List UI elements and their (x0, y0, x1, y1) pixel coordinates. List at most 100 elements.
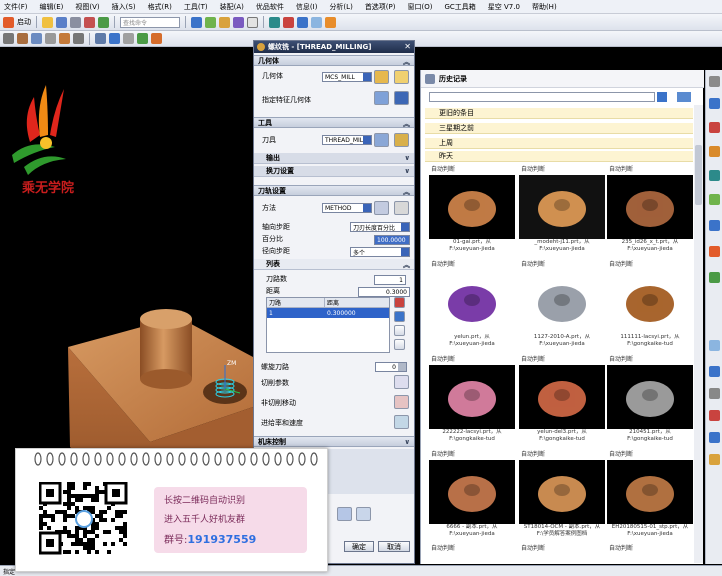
menu-item[interactable]: 格式(R) (148, 2, 172, 12)
history-item[interactable]: 自动判断 111111-lacsyi.prt，从 F:\gongkaike-tud (607, 260, 693, 348)
view-mode-icon[interactable] (677, 92, 691, 102)
menu-item[interactable]: 帮助(H) (532, 2, 557, 12)
history-item[interactable]: 自动判断 1127-2010-A.prt，从 F:\xueyuan-jieda (519, 260, 605, 348)
new-geometry-icon[interactable] (374, 70, 389, 84)
process-studio-icon[interactable] (709, 220, 720, 231)
filter-go-icon[interactable] (657, 92, 667, 102)
menu-item[interactable]: 工具(T) (184, 2, 208, 12)
add-row-icon[interactable] (394, 297, 405, 308)
display-feature-icon[interactable] (394, 91, 409, 105)
group-older[interactable]: 更旧的条目 (425, 108, 693, 119)
section-geometry[interactable]: 几何体 ︽ (254, 55, 414, 66)
section-tool[interactable]: 工具 ︽ (254, 117, 414, 128)
cam-op-icon[interactable] (3, 33, 14, 44)
dialog-close-icon[interactable]: ✕ (404, 42, 411, 51)
radial-step-select[interactable]: 多个 (350, 247, 410, 257)
menu-item[interactable]: 星空 V7.0 (488, 2, 520, 12)
layer-icon[interactable] (233, 16, 244, 28)
replay-icon[interactable] (356, 507, 371, 521)
undo-icon[interactable] (84, 16, 95, 28)
start-button[interactable]: 启动 (17, 17, 31, 27)
navigator-icon[interactable] (709, 98, 720, 109)
method-nav-icon[interactable] (709, 454, 720, 465)
tool-select[interactable]: THREAD_MILL (322, 135, 372, 145)
reuse-library-icon[interactable] (709, 122, 720, 133)
cut-params-icon[interactable] (394, 375, 409, 389)
geometry-select[interactable]: MCS_MILL (322, 72, 372, 82)
menu-item[interactable]: 插入(S) (112, 2, 136, 12)
menu-item[interactable]: 信息(I) (296, 2, 318, 12)
command-search-input[interactable]: 查找命令 (120, 16, 180, 28)
start-icon[interactable] (3, 16, 14, 28)
menu-item[interactable]: GC工具箱 (444, 2, 475, 12)
history-item[interactable]: 自动判断 ST18014-OCM - 副本.prt，从 F:\学员解答案例图档 (519, 450, 605, 538)
non-cut-icon[interactable] (394, 395, 409, 409)
spline-icon[interactable] (137, 33, 148, 44)
edit-method-icon[interactable] (394, 201, 409, 215)
edit-tool-icon[interactable] (394, 133, 409, 147)
menu-item[interactable]: 装配(A) (220, 2, 244, 12)
table-row[interactable]: 1 0.300000 (267, 308, 389, 318)
generate-icon[interactable] (337, 507, 352, 521)
specify-feature-icon[interactable] (374, 91, 389, 105)
new-icon[interactable] (42, 16, 53, 28)
web-browser-icon[interactable] (709, 170, 720, 181)
snap-icon[interactable] (269, 16, 280, 28)
history-item[interactable]: 自动判断 _modeht-j11.prt，从 F:\xueyuan-jieda (519, 165, 605, 253)
history-item[interactable]: 自动判断 222222-lacsyi.prt，从 F:\gongkaike-tud (429, 355, 515, 443)
new-tool-icon[interactable] (374, 133, 389, 147)
history-scrollbar[interactable] (694, 105, 703, 563)
measure-icon[interactable] (283, 16, 294, 28)
curve-icon[interactable] (95, 33, 106, 44)
tool-icon[interactable] (709, 388, 720, 399)
section-path-settings[interactable]: 刀轨设置 ︽ (254, 185, 414, 196)
new-method-icon[interactable] (374, 201, 389, 215)
select-icon[interactable] (325, 16, 336, 28)
block-icon[interactable] (17, 33, 28, 44)
hole-icon[interactable] (45, 33, 56, 44)
path-table[interactable]: 刀路 距离 1 0.300000 (266, 297, 390, 353)
roles-icon[interactable] (709, 246, 720, 257)
trim-icon[interactable] (73, 33, 84, 44)
distance-input[interactable]: 0.3000 (358, 287, 410, 297)
axial-step-select[interactable]: 刀刃长度百分比 (350, 222, 410, 232)
menu-item[interactable]: 视图(V) (75, 2, 99, 12)
arc-icon[interactable] (123, 33, 134, 44)
menu-item[interactable]: 优品软件 (256, 2, 284, 12)
spiral-input[interactable]: 0 (375, 362, 407, 372)
ok-button[interactable]: 确定 (344, 541, 374, 552)
move-up-icon[interactable] (394, 325, 405, 336)
geometry-nav-icon[interactable] (709, 410, 720, 421)
redo-icon[interactable] (98, 16, 109, 28)
mtl-icon[interactable] (709, 366, 720, 377)
menu-item[interactable]: 分析(L) (329, 2, 352, 12)
system-scene-icon[interactable] (709, 272, 720, 283)
history-item[interactable]: 自动判断 6666 - 副本.prt，从 F:\xueyuan-jieda (429, 450, 515, 538)
group-yesterday[interactable]: 昨天 (425, 151, 693, 162)
edit-geometry-icon[interactable] (394, 70, 409, 84)
analysis-icon[interactable] (297, 16, 308, 28)
cancel-button[interactable]: 取消 (378, 541, 410, 552)
palette-icon[interactable] (709, 194, 720, 205)
view-icon[interactable] (191, 16, 202, 28)
move-down-icon[interactable] (394, 339, 405, 350)
machine-nav-icon[interactable] (709, 432, 720, 443)
render-icon[interactable] (205, 16, 216, 28)
settings-icon[interactable] (709, 76, 720, 87)
dialog-settings-icon[interactable] (257, 43, 265, 51)
menu-item[interactable]: 窗口(O) (408, 2, 433, 12)
history-item[interactable]: 自动判断 235_id26_x_t.prt，从 F:\xueyuan-jieda (607, 165, 693, 253)
filter-icon[interactable] (311, 16, 322, 28)
line-icon[interactable] (109, 33, 120, 44)
history-item[interactable]: 自动判断 yelun.prt，从 F:\xueyuan-jieda (429, 260, 515, 348)
menu-item[interactable]: 文件(F) (4, 2, 28, 12)
section-machine-control[interactable]: 机床控制 ∨ (254, 436, 414, 447)
history-item[interactable]: 自动判断 EH20180515-01_stp.prt，从 F:\xueyuan-ji… (607, 450, 693, 538)
delete-row-icon[interactable] (394, 311, 405, 322)
history-item[interactable]: 自动判断 210451.prt，从 F:\gongkaike-tud (607, 355, 693, 443)
frame-icon[interactable] (247, 16, 258, 28)
feeds-icon[interactable] (394, 415, 409, 429)
offset-icon[interactable] (151, 33, 162, 44)
history-filter-select[interactable] (429, 92, 655, 102)
shade-icon[interactable] (219, 16, 230, 28)
